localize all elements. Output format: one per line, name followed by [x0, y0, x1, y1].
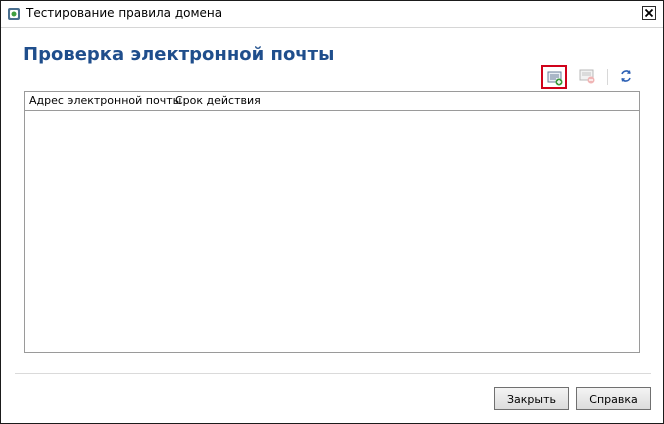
- remove-email-icon: [579, 69, 595, 84]
- add-email-icon: [547, 71, 563, 86]
- refresh-icon: [621, 70, 631, 82]
- list-header: Адрес электронной почты Срок действия: [25, 92, 639, 111]
- dialog-window: Тестирование правила домена Проверка эле…: [0, 0, 664, 424]
- help-button[interactable]: Справка: [576, 387, 651, 410]
- window-close-button[interactable]: [642, 6, 656, 20]
- title-bar: Тестирование правила домена: [1, 1, 663, 28]
- window-title: Тестирование правила домена: [26, 6, 223, 20]
- email-list[interactable]: Адрес электронной почты Срок действия: [24, 91, 640, 353]
- column-header-expiration[interactable]: Срок действия: [175, 94, 261, 107]
- add-email-button[interactable]: [541, 65, 567, 89]
- remove-email-button[interactable]: [575, 65, 601, 89]
- page-title: Проверка электронной почты: [23, 44, 335, 65]
- close-button[interactable]: Закрыть: [494, 387, 569, 410]
- toolbar-separator: [607, 69, 608, 85]
- column-header-email[interactable]: Адрес электронной почты: [29, 94, 181, 107]
- app-icon: [8, 8, 20, 20]
- refresh-button[interactable]: [614, 65, 640, 89]
- footer-divider: [15, 373, 651, 374]
- close-icon: [644, 8, 654, 18]
